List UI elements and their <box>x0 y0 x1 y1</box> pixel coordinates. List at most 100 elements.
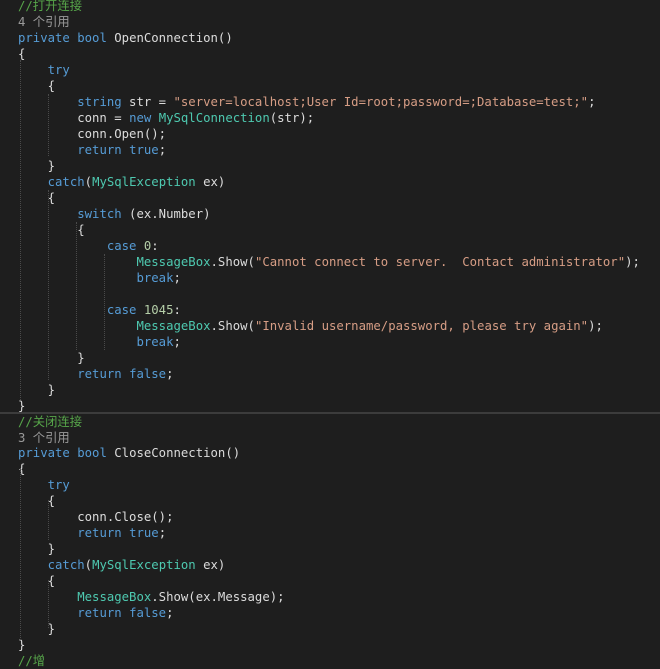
code-text: : <box>151 239 159 253</box>
keyword-token: return <box>77 526 122 540</box>
code-line[interactable]: catch(MySqlException ex) <box>18 557 226 573</box>
indent-guide <box>48 190 49 380</box>
code-text: : <box>173 303 181 317</box>
code-line[interactable]: return true; <box>18 525 166 541</box>
code-line[interactable]: return false; <box>18 605 174 621</box>
code-text: ; <box>166 606 174 620</box>
code-line[interactable]: } <box>18 158 55 174</box>
code-line[interactable]: } <box>18 350 84 366</box>
type-token: MessageBox <box>136 319 211 333</box>
keyword-token: catch <box>47 175 85 189</box>
type-token: MySqlConnection <box>158 111 270 125</box>
indent-guide <box>76 222 77 350</box>
code-line[interactable]: conn = new MySqlConnection(str); <box>18 110 314 126</box>
code-text: conn = <box>18 111 130 125</box>
keyword-token: bool <box>77 446 107 460</box>
string-token: "server=localhost;User Id=root;password=… <box>173 95 589 109</box>
code-text: ex) <box>195 175 226 189</box>
code-text: ; <box>166 367 174 381</box>
keyword-token: case <box>106 303 137 317</box>
keyword-token: case <box>106 239 137 253</box>
code-line[interactable]: { <box>18 493 55 509</box>
code-line[interactable]: break; <box>18 334 181 350</box>
code-line[interactable]: //增 <box>18 653 45 669</box>
keyword-token: bool <box>77 31 107 45</box>
keyword-token: break <box>136 335 174 349</box>
code-line[interactable]: break; <box>18 270 181 286</box>
code-line[interactable]: { <box>18 190 55 206</box>
code-editor[interactable]: //打开连接 4 个引用 private bool OpenConnection()… <box>0 0 660 668</box>
type-token: MySqlException <box>92 175 196 189</box>
code-text: } <box>18 542 56 556</box>
code-line[interactable]: return false; <box>18 366 174 382</box>
code-line[interactable]: MessageBox.Show(ex.Message); <box>18 589 285 605</box>
code-line[interactable]: //打开连接 <box>18 0 82 14</box>
keyword-token: false <box>129 606 167 620</box>
code-line[interactable]: MessageBox.Show("Invalid username/passwo… <box>18 318 602 334</box>
string-token: "Cannot connect to server. Contact admin… <box>254 255 626 269</box>
code-line[interactable]: { <box>18 78 55 94</box>
code-line[interactable]: } <box>18 398 25 414</box>
code-line[interactable]: { <box>18 222 85 238</box>
string-token: "Invalid username/password, please try a… <box>254 319 589 333</box>
code-line[interactable]: case 0: <box>18 238 159 254</box>
code-text: .Show( <box>210 255 255 269</box>
code-line[interactable]: switch (ex.Number) <box>18 206 211 222</box>
code-text: { <box>18 223 85 237</box>
code-text: ; <box>173 335 181 349</box>
reference-count-link[interactable]: 4 个引用 <box>18 15 70 29</box>
method-separator <box>0 412 660 414</box>
code-line[interactable]: 3 个引用 <box>18 430 70 446</box>
keyword-token: string <box>77 95 122 109</box>
code-text: ; <box>158 143 167 157</box>
code-text: OpenConnection() <box>106 31 233 45</box>
code-text: .Show(ex.Message); <box>151 590 285 604</box>
keyword-token: return <box>77 606 122 620</box>
code-line[interactable]: 4 个引用 <box>18 14 70 30</box>
reference-count-link[interactable]: 3 个引用 <box>18 431 70 445</box>
code-text: } <box>18 622 56 636</box>
code-text: ( <box>84 558 93 572</box>
code-line[interactable]: private bool OpenConnection() <box>18 30 233 46</box>
indent-guide <box>20 60 21 400</box>
keyword-token: return <box>77 367 122 381</box>
code-line[interactable]: string str = "server=localhost;User Id=r… <box>18 94 595 110</box>
code-line[interactable]: } <box>18 621 55 637</box>
keyword-token: false <box>129 367 167 381</box>
code-line[interactable]: } <box>18 382 55 398</box>
code-text: (ex.Number) <box>121 207 211 221</box>
comment-token: //打开连接 <box>18 0 82 13</box>
code-line[interactable]: MessageBox.Show("Cannot connect to serve… <box>18 254 639 270</box>
code-text: ( <box>84 175 93 189</box>
code-line[interactable]: conn.Close(); <box>18 509 173 525</box>
code-line[interactable]: try <box>18 477 70 493</box>
number-token: 1045 <box>143 303 174 317</box>
code-text: ; <box>173 271 181 285</box>
code-text: { <box>18 47 26 61</box>
keyword-token: break <box>136 271 174 285</box>
code-text: conn.Open(); <box>18 127 167 141</box>
code-text: .Show( <box>210 319 255 333</box>
code-text: ; <box>588 95 596 109</box>
code-line[interactable]: try <box>18 62 70 78</box>
code-line[interactable]: private bool CloseConnection() <box>18 445 240 461</box>
indent-guide <box>104 254 105 350</box>
code-line[interactable]: return true; <box>18 142 166 158</box>
code-line[interactable]: case 1045: <box>18 302 181 318</box>
code-line[interactable]: catch(MySqlException ex) <box>18 174 226 190</box>
code-line[interactable]: } <box>18 541 55 557</box>
code-line[interactable]: { <box>18 573 55 589</box>
code-line[interactable]: //关闭连接 <box>18 414 82 430</box>
keyword-token: catch <box>47 558 85 572</box>
code-line[interactable]: conn.Open(); <box>18 126 166 142</box>
